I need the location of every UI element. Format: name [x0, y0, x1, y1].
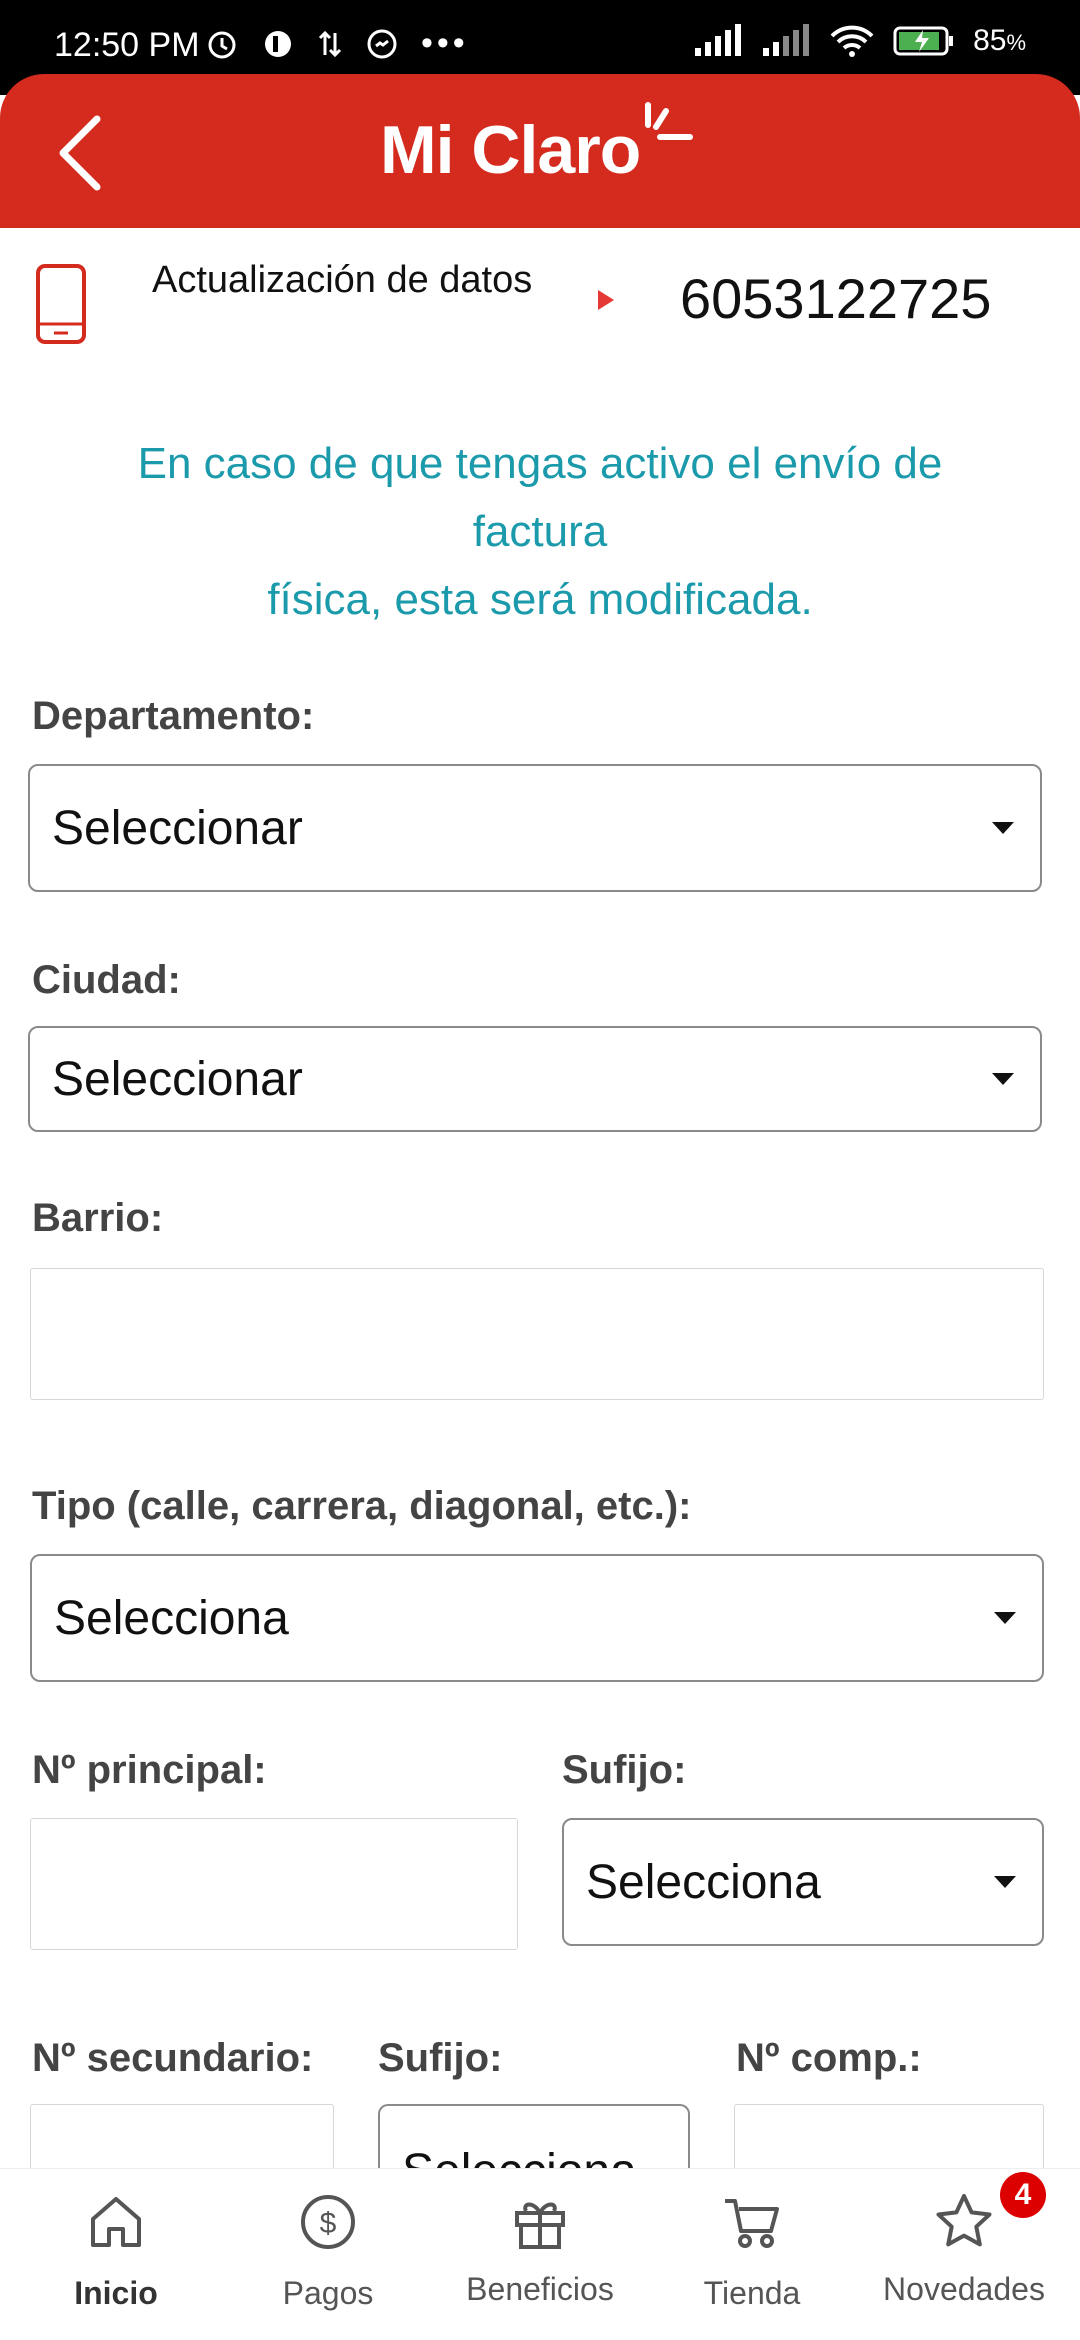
- no-principal-input[interactable]: [30, 1818, 518, 1950]
- nav-novedades-label: Novedades: [883, 2271, 1045, 2307]
- nav-beneficios[interactable]: Beneficios: [432, 2169, 648, 2340]
- app-notification-icon: [265, 30, 291, 57]
- barrio-input[interactable]: [30, 1268, 1044, 1400]
- invoice-notice: En caso de que tengas activo el envío de…: [40, 430, 1040, 634]
- sufijo-1-select[interactable]: Selecciona: [562, 1818, 1044, 1946]
- departamento-value: Seleccionar: [52, 801, 303, 855]
- nav-beneficios-label: Beneficios: [466, 2271, 614, 2307]
- departamento-label: Departamento:: [32, 694, 315, 738]
- no-principal-label: Nº principal:: [32, 1748, 267, 1792]
- sufijo-1-value: Selecciona: [586, 1855, 821, 1909]
- tipo-label: Tipo (calle, carrera, diagonal, etc.):: [32, 1484, 692, 1528]
- battery-charging-icon: [893, 26, 954, 56]
- nav-tienda[interactable]: Tienda: [644, 2169, 860, 2340]
- nav-inicio[interactable]: Inicio: [8, 2169, 224, 2340]
- nav-pagos-label: Pagos: [282, 2275, 374, 2311]
- svg-text:$: $: [320, 2207, 337, 2240]
- line-info-label: Actualización de datos: [152, 259, 533, 301]
- line-number: 6053122725: [680, 267, 992, 330]
- nav-inicio-label: Inicio: [74, 2275, 158, 2311]
- mi-claro-logo: Mi Claro: [380, 100, 696, 200]
- logo-rays-icon: [645, 102, 694, 140]
- chevron-left-icon: [59, 115, 101, 191]
- back-button[interactable]: [40, 108, 120, 198]
- notice-line-3: física, esta será modificada.: [267, 575, 813, 624]
- ciudad-select[interactable]: Seleccionar: [28, 1026, 1042, 1132]
- home-icon: [91, 2197, 141, 2247]
- nav-pagos[interactable]: $ Pagos: [220, 2169, 436, 2340]
- gift-icon: [515, 2202, 565, 2249]
- signal-icon: [695, 24, 742, 56]
- data-transfer-icon: [318, 30, 342, 57]
- caret-down-icon: [994, 1876, 1016, 1888]
- wifi-icon: [830, 25, 874, 57]
- star-icon: [936, 2194, 992, 2247]
- status-time: 12:50 PM: [54, 26, 200, 64]
- logo-text: Mi Claro: [380, 112, 641, 188]
- departamento-select[interactable]: Seleccionar: [28, 764, 1042, 892]
- battery-suffix: %: [1006, 30, 1026, 55]
- no-secundario-label: Nº secundario:: [32, 2036, 314, 2080]
- bottom-navigation: Inicio $ Pagos Beneficios Tienda Novedad…: [0, 2168, 1080, 2340]
- app-bar: Mi Claro: [0, 74, 1080, 228]
- cart-icon: [725, 2199, 779, 2248]
- triangle-right-icon: [598, 290, 614, 310]
- status-notification-icons: •••: [205, 24, 469, 63]
- alarm-icon: [208, 31, 236, 58]
- battery-value: 85: [973, 24, 1007, 57]
- tipo-value: Selecciona: [54, 1591, 289, 1645]
- messenger-icon: [367, 29, 397, 58]
- sufijo-2-label: Sufijo:: [378, 2036, 503, 2080]
- ciudad-label: Ciudad:: [32, 958, 181, 1002]
- more-notifications-icon: •••: [421, 24, 469, 62]
- battery-percentage: 85%: [973, 24, 1026, 58]
- no-comp-label: Nº comp.:: [736, 2036, 922, 2080]
- notice-line-2: factura: [472, 507, 608, 556]
- notice-line-1: En caso de que tengas activo el envío de: [137, 439, 943, 488]
- tipo-select[interactable]: Selecciona: [30, 1554, 1044, 1682]
- barrio-label: Barrio:: [32, 1196, 164, 1240]
- caret-down-icon: [994, 1612, 1016, 1624]
- phone-icon: [36, 264, 86, 344]
- signal-weak-icon: [763, 24, 810, 56]
- status-system-icons: 85%: [693, 24, 1026, 58]
- sufijo-1-label: Sufijo:: [562, 1748, 687, 1792]
- notification-badge: 4: [1000, 2172, 1046, 2218]
- nav-tienda-label: Tienda: [703, 2275, 801, 2311]
- ciudad-value: Seleccionar: [52, 1052, 303, 1106]
- caret-down-icon: [992, 1073, 1014, 1085]
- dollar-icon: $: [301, 2195, 355, 2249]
- caret-down-icon: [992, 822, 1014, 834]
- line-info-row: Actualización de datos 6053122725: [0, 236, 1080, 386]
